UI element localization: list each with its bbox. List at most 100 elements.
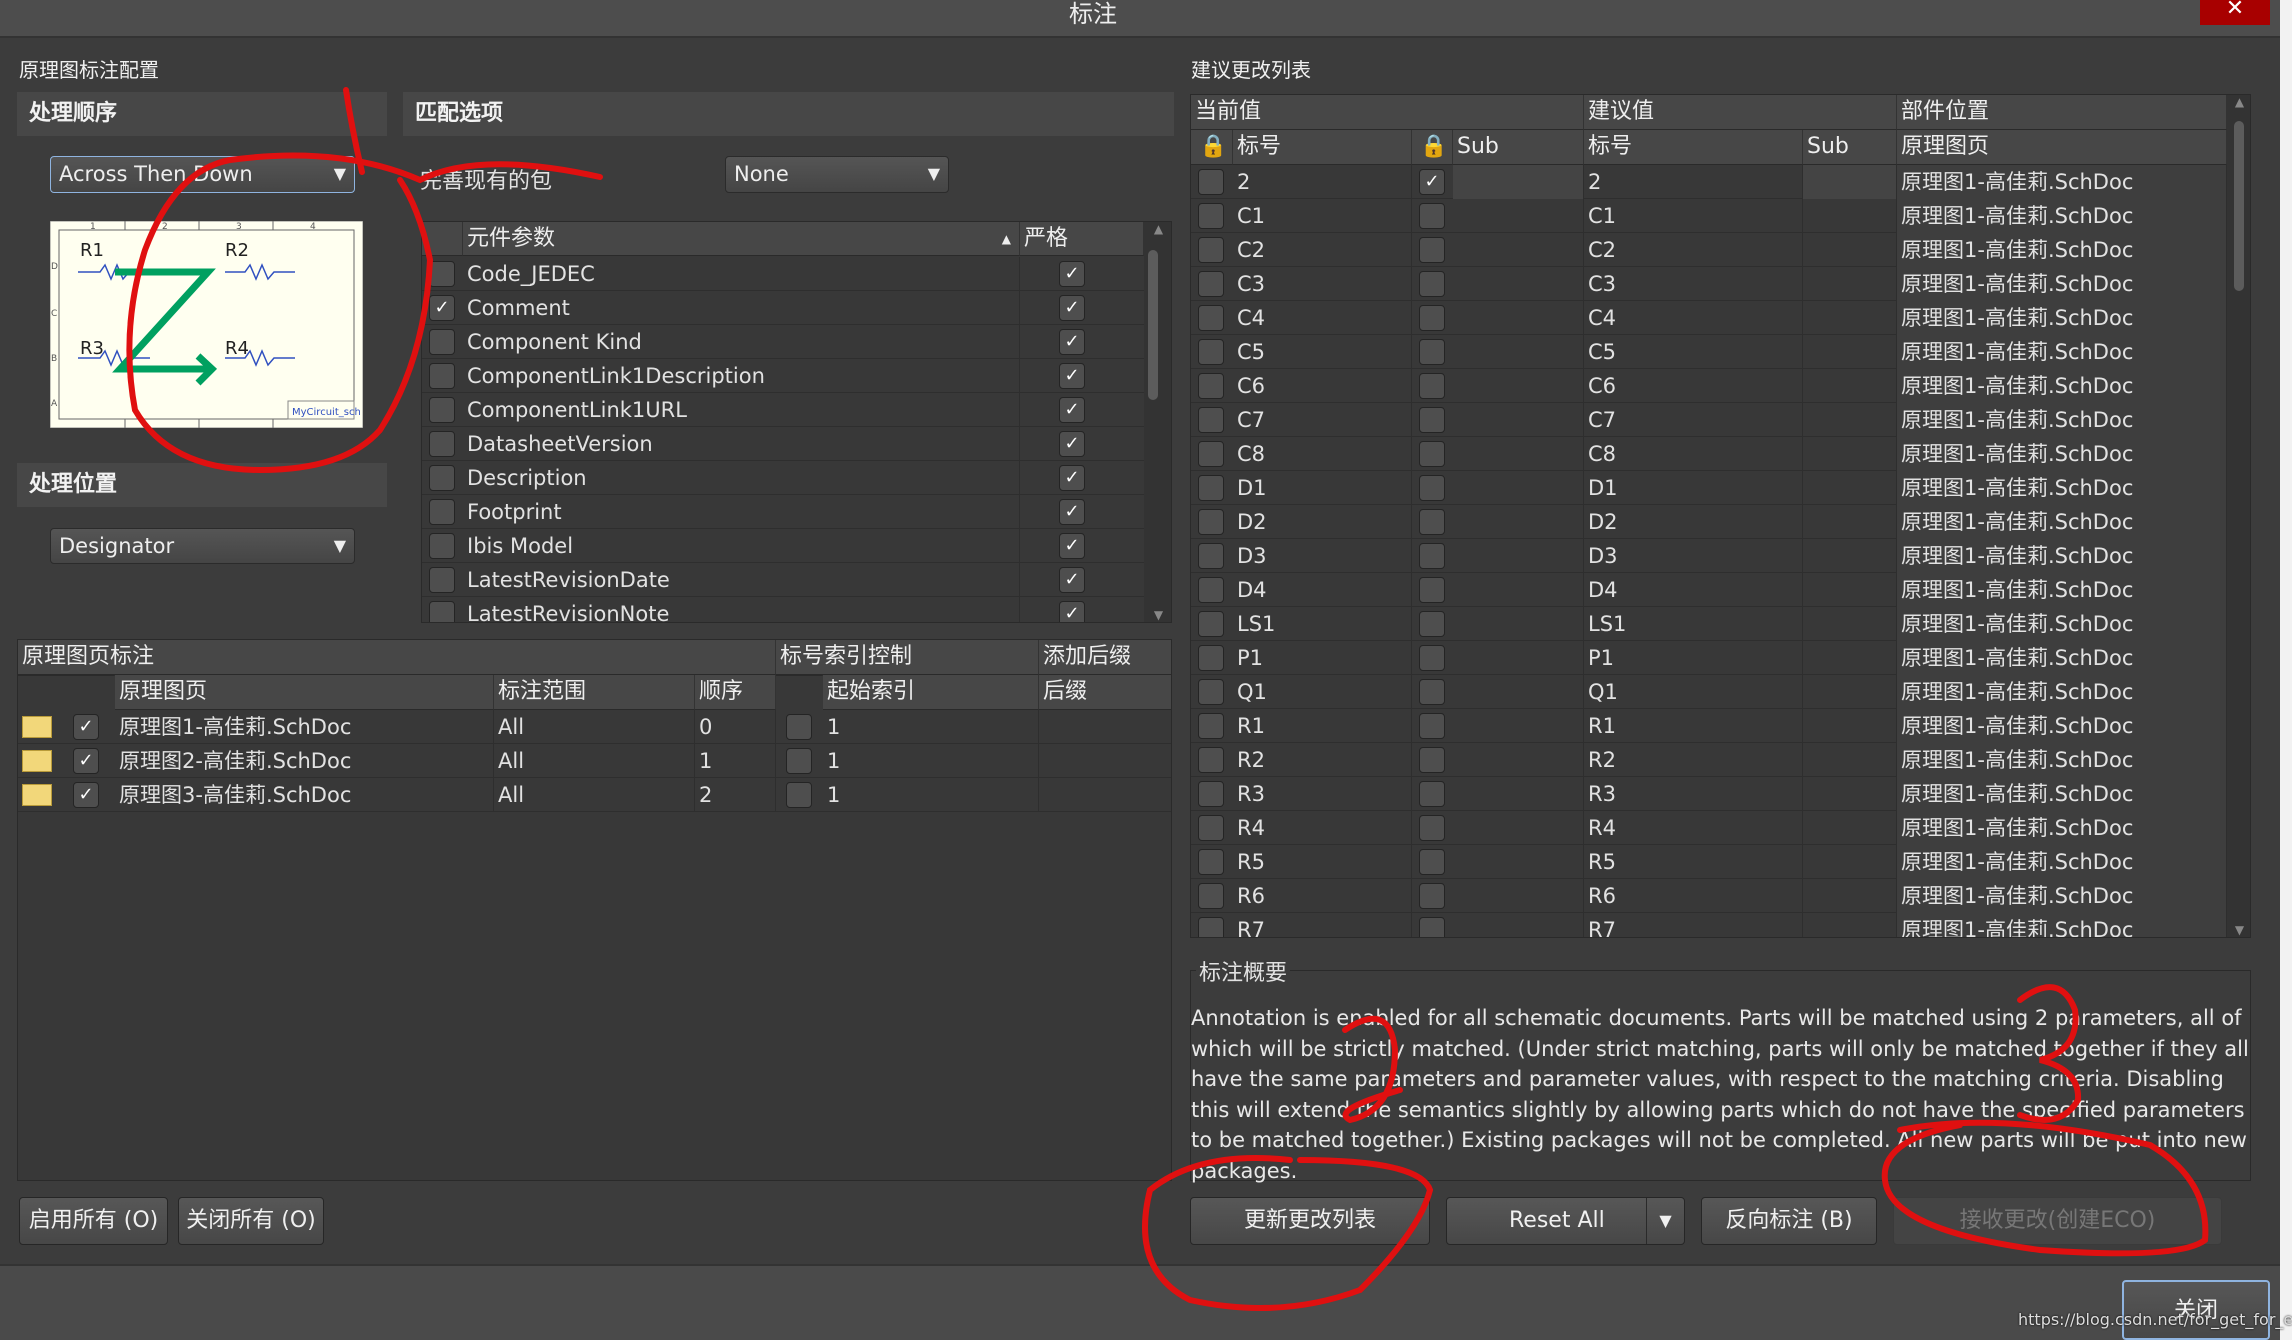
strict-checkbox[interactable]: ✓ <box>1059 397 1085 423</box>
params-header-strict[interactable]: 严格 <box>1020 222 1144 256</box>
sheets-col-start[interactable]: 起始索引 <box>823 675 1039 710</box>
sub-lock-checkbox[interactable] <box>1419 611 1445 637</box>
param-checkbox[interactable] <box>429 567 455 593</box>
sub-lock-checkbox[interactable] <box>1419 543 1445 569</box>
designator-lock-checkbox[interactable] <box>1198 237 1224 263</box>
complete-packages-dropdown[interactable]: None ▼ <box>725 156 949 193</box>
strict-checkbox[interactable]: ✓ <box>1059 261 1085 287</box>
col-sheet[interactable]: 原理图页 <box>1897 130 2227 165</box>
designator-lock-checkbox[interactable] <box>1198 373 1224 399</box>
strict-checkbox[interactable]: ✓ <box>1059 465 1085 491</box>
enable-all-button[interactable]: 启用所有 (O) <box>19 1197 168 1245</box>
sheet-checkbox[interactable]: ✓ <box>73 782 99 808</box>
designator-lock-checkbox[interactable] <box>1198 271 1224 297</box>
designator-lock-checkbox[interactable] <box>1198 713 1224 739</box>
sub-lock-checkbox[interactable] <box>1419 849 1445 875</box>
sub-lock-checkbox[interactable] <box>1419 747 1445 773</box>
designator-lock-checkbox[interactable] <box>1198 849 1224 875</box>
disable-all-button[interactable]: 关闭所有 (O) <box>178 1197 324 1245</box>
sub-lock-checkbox[interactable]: ✓ <box>1419 169 1445 195</box>
sub-lock-checkbox[interactable] <box>1419 917 1445 937</box>
index-checkbox[interactable] <box>786 782 812 808</box>
sub-lock-checkbox[interactable] <box>1419 441 1445 467</box>
sub-lock-checkbox[interactable] <box>1419 713 1445 739</box>
strict-checkbox[interactable]: ✓ <box>1059 601 1085 622</box>
strict-checkbox[interactable]: ✓ <box>1059 533 1085 559</box>
strict-checkbox[interactable]: ✓ <box>1059 431 1085 457</box>
designator-lock-checkbox[interactable] <box>1198 407 1224 433</box>
strict-checkbox[interactable]: ✓ <box>1059 295 1085 321</box>
sheets-col-scope[interactable]: 标注范围 <box>494 675 695 710</box>
sub-lock-checkbox[interactable] <box>1419 509 1445 535</box>
sheet-suffix[interactable] <box>1039 710 1171 744</box>
sub-lock-checkbox[interactable] <box>1419 203 1445 229</box>
designator-lock-checkbox[interactable] <box>1198 475 1224 501</box>
param-checkbox[interactable] <box>429 601 455 622</box>
designator-lock-checkbox[interactable] <box>1198 781 1224 807</box>
designator-lock-checkbox[interactable] <box>1198 203 1224 229</box>
designator-lock-checkbox[interactable] <box>1198 509 1224 535</box>
designator-lock-checkbox[interactable] <box>1198 679 1224 705</box>
sheets-col-sheet[interactable]: 原理图页 <box>115 675 494 710</box>
sub-lock-checkbox[interactable] <box>1419 373 1445 399</box>
sub-lock-checkbox[interactable] <box>1419 237 1445 263</box>
sheets-col-suffix[interactable]: 后缀 <box>1039 675 1171 710</box>
params-header-name[interactable]: 元件参数 ▲ <box>463 222 1020 256</box>
designator-lock-checkbox[interactable] <box>1198 611 1224 637</box>
reset-all-button[interactable]: Reset All ▼ <box>1446 1197 1685 1245</box>
sheet-checkbox[interactable]: ✓ <box>73 748 99 774</box>
sub-lock-checkbox[interactable] <box>1419 679 1445 705</box>
back-annotate-button[interactable]: 反向标注 (B) <box>1701 1197 1877 1245</box>
designator-lock-checkbox[interactable] <box>1198 339 1224 365</box>
designator-lock-checkbox[interactable] <box>1198 747 1224 773</box>
strict-checkbox[interactable]: ✓ <box>1059 329 1085 355</box>
sub-lock-checkbox[interactable] <box>1419 577 1445 603</box>
sub-lock-checkbox[interactable] <box>1419 815 1445 841</box>
chevron-down-icon[interactable]: ▼ <box>1646 1198 1684 1244</box>
param-checkbox[interactable] <box>429 329 455 355</box>
sub-lock-checkbox[interactable] <box>1419 271 1445 297</box>
sheet-start-index[interactable]: 1 <box>823 710 1039 744</box>
sheet-suffix[interactable] <box>1039 778 1171 812</box>
position-dropdown[interactable]: Designator ▼ <box>50 528 355 564</box>
param-checkbox[interactable] <box>429 431 455 457</box>
designator-lock-checkbox[interactable] <box>1198 883 1224 909</box>
sub-lock-checkbox[interactable] <box>1419 645 1445 671</box>
sub-lock-checkbox[interactable] <box>1419 883 1445 909</box>
order-dropdown[interactable]: Across Then Down ▼ <box>50 156 355 193</box>
param-checkbox[interactable] <box>429 499 455 525</box>
designator-lock-checkbox[interactable] <box>1198 543 1224 569</box>
param-checkbox[interactable] <box>429 465 455 491</box>
designator-lock-checkbox[interactable] <box>1198 815 1224 841</box>
sub-lock-checkbox[interactable] <box>1419 305 1445 331</box>
col-proposed-sub[interactable]: Sub <box>1803 130 1897 165</box>
close-x-icon[interactable]: ✕ <box>2200 0 2270 25</box>
strict-checkbox[interactable]: ✓ <box>1059 499 1085 525</box>
designator-lock-checkbox[interactable] <box>1198 577 1224 603</box>
designator-lock-checkbox[interactable] <box>1198 305 1224 331</box>
col-proposed-designator[interactable]: 标号 <box>1584 130 1803 165</box>
params-scrollbar[interactable]: ▲ ▼ <box>1144 222 1171 622</box>
sub-lock-checkbox[interactable] <box>1419 781 1445 807</box>
designator-lock-checkbox[interactable] <box>1198 917 1224 937</box>
index-checkbox[interactable] <box>786 714 812 740</box>
param-checkbox[interactable] <box>429 397 455 423</box>
sheet-start-index[interactable]: 1 <box>823 744 1039 778</box>
sub-lock-checkbox[interactable] <box>1419 339 1445 365</box>
strict-checkbox[interactable]: ✓ <box>1059 363 1085 389</box>
param-checkbox[interactable] <box>429 363 455 389</box>
sheet-checkbox[interactable]: ✓ <box>73 714 99 740</box>
designator-lock-checkbox[interactable] <box>1198 645 1224 671</box>
sheets-col-order[interactable]: 顺序 <box>695 675 776 710</box>
sheet-start-index[interactable]: 1 <box>823 778 1039 812</box>
changes-scrollbar[interactable]: ▲ ▼ <box>2227 95 2250 937</box>
strict-checkbox[interactable]: ✓ <box>1059 567 1085 593</box>
param-checkbox[interactable] <box>429 533 455 559</box>
param-checkbox[interactable]: ✓ <box>429 295 455 321</box>
designator-lock-checkbox[interactable] <box>1198 169 1224 195</box>
designator-lock-checkbox[interactable] <box>1198 441 1224 467</box>
update-changes-button[interactable]: 更新更改列表 <box>1190 1197 1430 1245</box>
col-sub[interactable]: Sub <box>1453 130 1584 165</box>
sub-lock-checkbox[interactable] <box>1419 475 1445 501</box>
col-designator[interactable]: 标号 <box>1233 130 1412 165</box>
